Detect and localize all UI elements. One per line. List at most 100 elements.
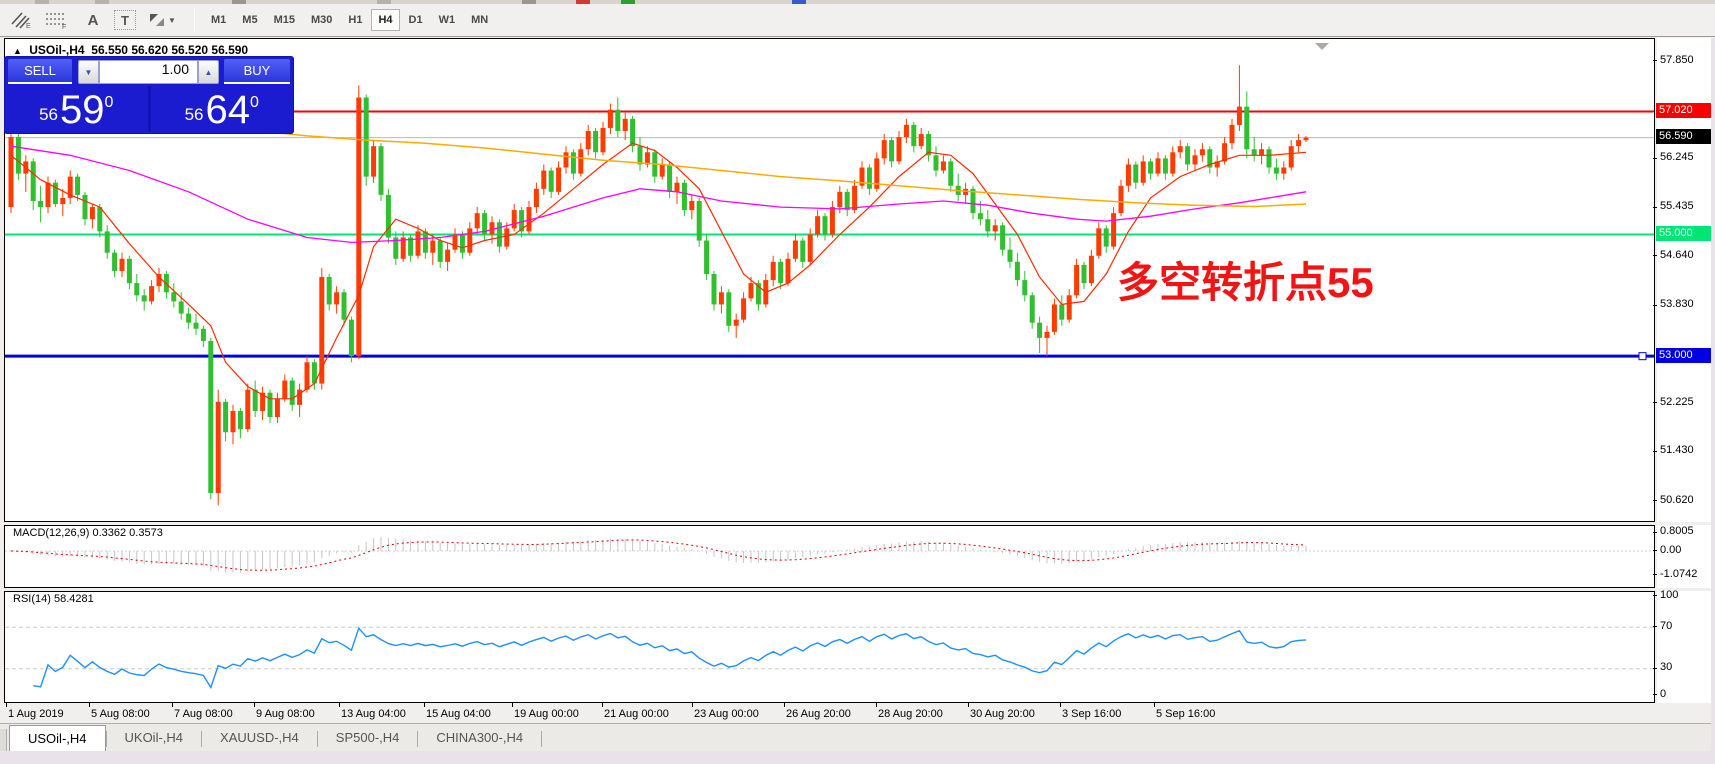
- symbol-tab-usoilh4[interactable]: USOil-,H4: [9, 725, 106, 751]
- price-tick-dash: [1653, 451, 1657, 452]
- date-label: 9 Aug 08:00: [256, 708, 315, 720]
- symbol-tab-china300h4[interactable]: CHINA300-,H4: [418, 727, 541, 751]
- rsi-axis[interactable]: 100 70 30 0: [1657, 591, 1711, 703]
- price-tick-label: 51.430: [1660, 444, 1694, 457]
- rsi-tick-label: 70: [1660, 620, 1672, 633]
- price-tick-label: 55.435: [1660, 200, 1694, 213]
- date-label: 28 Aug 20:00: [878, 708, 943, 720]
- rsi-tick-label: 30: [1660, 661, 1672, 674]
- sell-button[interactable]: SELL: [8, 59, 72, 84]
- level-line-handle: [1639, 353, 1646, 360]
- price-tick-dash: [1653, 402, 1657, 403]
- tab-timeframe-w1[interactable]: W1: [432, 9, 463, 31]
- date-label: 7 Aug 08:00: [174, 708, 233, 720]
- symbol-tab-ukoilh4[interactable]: UKOil-,H4: [107, 727, 202, 751]
- price-badge-56.590: 56.590: [1656, 129, 1711, 144]
- price-badge-55.000: 55.000: [1656, 226, 1711, 241]
- buy-price-big: 64: [206, 92, 251, 128]
- date-tick: [876, 703, 877, 707]
- rsi-indicator-panel[interactable]: RSI(14) 58.4281: [4, 591, 1655, 703]
- chart-ohlc-values: 56.550 56.620 56.520 56.590: [91, 43, 248, 57]
- price-tick-dash: [1653, 255, 1657, 256]
- svg-text:E: E: [26, 23, 31, 29]
- date-tick: [89, 703, 90, 707]
- macd-tick-dash: [1653, 532, 1657, 533]
- text-box-icon[interactable]: T: [114, 10, 136, 30]
- symbol-tab-xauusdh4[interactable]: XAUUSD-,H4: [202, 727, 317, 751]
- date-tick: [512, 703, 513, 707]
- sell-price-small: 56: [39, 105, 58, 125]
- annotation-text: 多空转折点55: [1117, 259, 1374, 306]
- arrow-tools-icon[interactable]: ▼: [142, 8, 182, 32]
- svg-text:F: F: [62, 24, 66, 29]
- volume-increase-button[interactable]: ▲: [198, 60, 219, 84]
- macd-tick-label: -1.0742: [1660, 568, 1697, 581]
- date-tick: [968, 703, 969, 707]
- buy-price-small: 56: [185, 105, 204, 125]
- tab-timeframe-d1[interactable]: D1: [402, 9, 430, 31]
- text-label-icon[interactable]: A: [78, 8, 108, 32]
- tab-timeframe-m5[interactable]: M5: [235, 9, 264, 31]
- date-tick: [339, 703, 340, 707]
- macd-axis[interactable]: 0.80050.00-1.0742: [1657, 525, 1711, 588]
- tab-timeframe-h1[interactable]: H1: [341, 9, 369, 31]
- buy-button[interactable]: BUY: [224, 59, 290, 84]
- tab-timeframe-m30[interactable]: M30: [304, 9, 339, 31]
- rsi-tick-dash: [1653, 595, 1657, 596]
- chart-shift-marker-icon: [1315, 43, 1329, 50]
- tab-timeframe-h4[interactable]: H4: [371, 9, 399, 31]
- tab-scroll-handle[interactable]: [0, 729, 7, 751]
- buy-price-sup: 0: [250, 94, 259, 112]
- sell-price[interactable]: 56 59 0: [5, 86, 148, 132]
- price-axis[interactable]: 57.85056.24555.43554.64053.83052.22551.4…: [1657, 38, 1711, 522]
- date-label: 5 Sep 16:00: [1156, 708, 1215, 720]
- collapse-icon[interactable]: ▲: [13, 46, 22, 56]
- date-tick: [6, 703, 7, 707]
- date-axis[interactable]: 1 Aug 2019 5 Aug 08:00 7 Aug 08:00 9 Aug 08…: [4, 703, 1655, 723]
- rsi-tick-label: 100: [1660, 589, 1678, 602]
- price-tick-label: 52.225: [1660, 396, 1694, 409]
- tab-timeframe-mn[interactable]: MN: [464, 9, 495, 31]
- sell-price-big: 59: [60, 92, 105, 128]
- chevron-down-icon: ▼: [168, 16, 176, 25]
- date-tick: [602, 703, 603, 707]
- volume-decrease-button[interactable]: ▼: [78, 60, 99, 84]
- chart-toolbar: E F A T ▼ M1 M5 M15 M30 H1 H4 D1 W1 MN: [0, 4, 1715, 37]
- date-label: 30 Aug 20:00: [970, 708, 1035, 720]
- macd-tick-dash: [1653, 574, 1657, 575]
- tab-timeframe-m1[interactable]: M1: [204, 9, 233, 31]
- date-tick: [784, 703, 785, 707]
- macd-label: MACD(12,26,9) 0.3362 0.3573: [13, 527, 163, 539]
- fibonacci-tools-icon[interactable]: F: [42, 8, 72, 32]
- rsi-tick-label: 0: [1660, 688, 1666, 701]
- trendline-tools-icon[interactable]: E: [6, 8, 36, 32]
- date-tick: [424, 703, 425, 707]
- volume-input[interactable]: 1.00: [99, 60, 198, 84]
- macd-indicator-panel[interactable]: MACD(12,26,9) 0.3362 0.3573: [4, 525, 1655, 588]
- buy-price[interactable]: 56 64 0: [151, 86, 294, 132]
- date-label: 15 Aug 04:00: [426, 708, 491, 720]
- chart-title: ▲ USOil-,H4 56.550 56.620 56.520 56.590: [13, 43, 248, 57]
- date-label: 26 Aug 20:00: [786, 708, 851, 720]
- date-label: 13 Aug 04:00: [341, 708, 406, 720]
- price-tick-dash: [1653, 60, 1657, 61]
- price-tick-dash: [1653, 207, 1657, 208]
- macd-tick-label: 0.00: [1660, 544, 1681, 557]
- chart-symbol-label: USOil-,H4: [29, 43, 84, 57]
- price-tick-label: 54.640: [1660, 249, 1694, 262]
- date-tick: [1060, 703, 1061, 707]
- rsi-line: [33, 628, 1306, 687]
- toolbar-separator: [194, 8, 195, 32]
- window-edge-strip: [1711, 38, 1715, 751]
- rsi-tick-dash: [1653, 668, 1657, 669]
- current-candle: [1304, 138, 1309, 140]
- price-tick-label: 50.620: [1660, 494, 1694, 507]
- date-tick: [692, 703, 693, 707]
- tab-timeframe-m15[interactable]: M15: [267, 9, 302, 31]
- date-label: 1 Aug 2019: [8, 708, 64, 720]
- date-tick: [172, 703, 173, 707]
- symbol-tab-sp500h4[interactable]: SP500-,H4: [318, 727, 418, 751]
- rsi-tick-dash: [1653, 626, 1657, 627]
- date-label: 5 Aug 08:00: [91, 708, 150, 720]
- price-badge-57.020: 57.020: [1656, 103, 1711, 118]
